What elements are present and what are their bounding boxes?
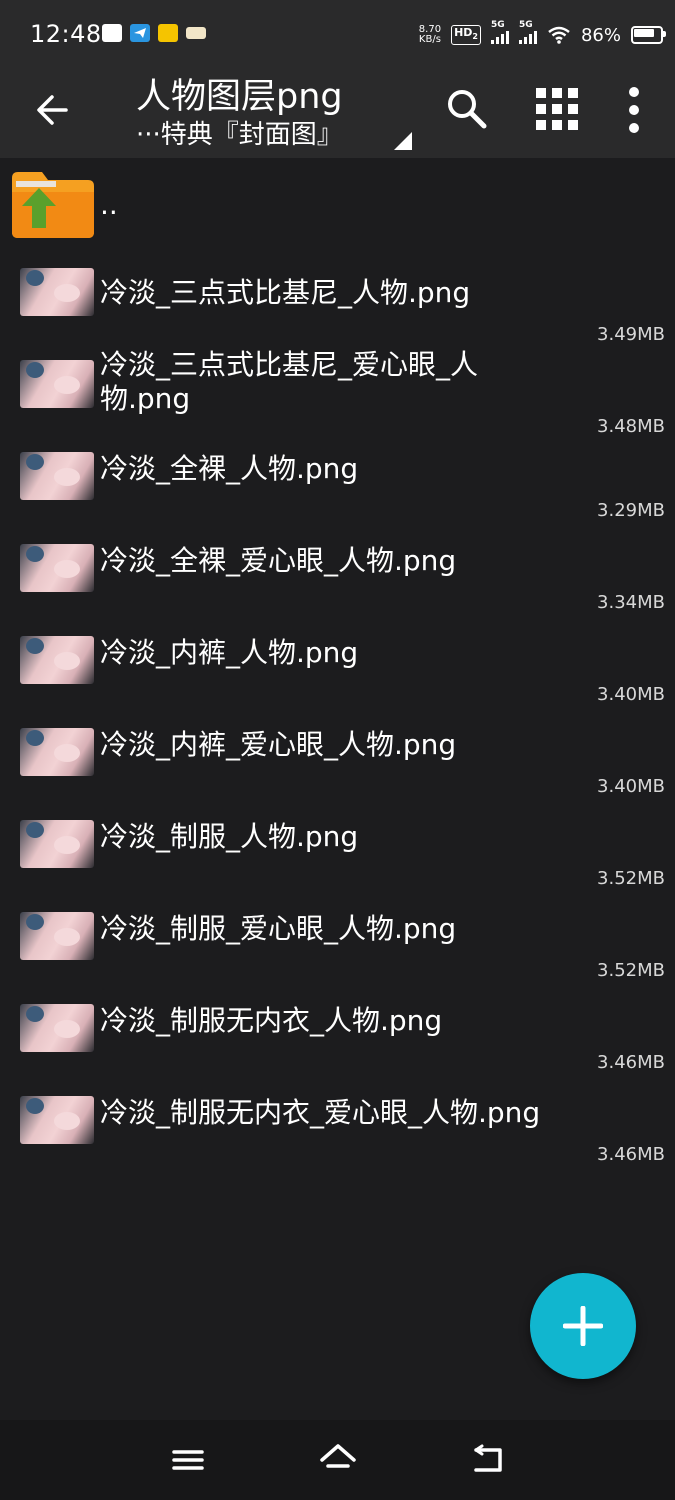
meituan-notification-icon xyxy=(158,24,178,42)
signal2-label: 5G xyxy=(518,20,533,30)
folder-title: 人物图层png xyxy=(136,77,343,117)
status-icons: 8.70 KB/s HD2 5G 5G 86% xyxy=(419,20,666,48)
file-row[interactable]: 冷淡_内裤_爱心眼_人物.png 3.40MB xyxy=(0,714,675,806)
file-size: 3.46MB xyxy=(597,1144,665,1165)
recent-apps-button[interactable] xyxy=(168,1444,208,1476)
home-button[interactable] xyxy=(316,1440,360,1480)
signal1-label: 5G xyxy=(490,20,505,30)
grid-view-button[interactable] xyxy=(530,82,584,136)
file-size: 3.40MB xyxy=(597,776,665,797)
menu-icon xyxy=(172,1450,204,1470)
add-button[interactable] xyxy=(530,1273,636,1379)
search-button[interactable] xyxy=(440,82,494,136)
app-bar: 人物图层png ···特典『封面图』 xyxy=(0,66,675,158)
battery-icon xyxy=(631,26,666,44)
file-size: 3.49MB xyxy=(597,324,665,345)
net-speed: 8.70 KB/s xyxy=(419,25,441,45)
image-thumbnail xyxy=(20,1004,94,1052)
status-bar: 12:48 8.70 KB/s HD2 5G 5G 86% xyxy=(0,0,675,66)
plus-icon xyxy=(563,1306,603,1346)
back-button[interactable] xyxy=(26,82,82,138)
file-name: 冷淡_制服_爱心眼_人物.png xyxy=(100,912,457,945)
file-size: 3.52MB xyxy=(597,960,665,981)
file-size: 3.48MB xyxy=(597,416,665,437)
file-name: 冷淡_制服无内衣_人物.png xyxy=(100,1004,443,1037)
file-row[interactable]: 冷淡_内裤_人物.png 3.40MB xyxy=(0,622,675,714)
file-size: 3.34MB xyxy=(597,592,665,613)
folder-up-icon xyxy=(12,172,94,238)
battery-percent: 86% xyxy=(580,24,621,46)
image-thumbnail xyxy=(20,636,94,684)
home-icon xyxy=(320,1444,356,1468)
file-size: 3.46MB xyxy=(597,1052,665,1073)
parent-directory-row[interactable]: .. xyxy=(0,158,675,254)
path-selector[interactable]: 人物图层png ···特典『封面图』 xyxy=(136,66,426,158)
image-thumbnail xyxy=(20,544,94,592)
file-row[interactable]: 冷淡_全裸_爱心眼_人物.png 3.34MB xyxy=(0,530,675,622)
file-name: 冷淡_全裸_人物.png xyxy=(100,452,359,485)
hd-sub: 2 xyxy=(472,32,478,42)
file-name: 冷淡_内裤_人物.png xyxy=(100,636,359,669)
image-thumbnail xyxy=(20,360,94,408)
image-thumbnail xyxy=(20,728,94,776)
paper-plane-notification-icon xyxy=(130,24,150,42)
grid-icon xyxy=(536,88,578,130)
hd-label: HD xyxy=(454,25,473,39)
file-row[interactable]: 冷淡_三点式比基尼_人物.png 3.49MB xyxy=(0,254,675,346)
image-thumbnail xyxy=(20,452,94,500)
file-row[interactable]: 冷淡_制服_爱心眼_人物.png 3.52MB xyxy=(0,898,675,990)
system-nav-bar xyxy=(0,1420,675,1500)
file-name: 冷淡_三点式比基尼_爱心眼_人物.png xyxy=(100,348,479,415)
ticket-notification-icon xyxy=(186,27,206,39)
signal-icon-2: 5G xyxy=(518,20,537,44)
file-list: .. 冷淡_三点式比基尼_人物.png 3.49MB 冷淡_三点式比基尼_爱心眼… xyxy=(0,158,675,1174)
return-icon xyxy=(474,1444,502,1472)
system-back-button[interactable] xyxy=(468,1442,508,1478)
dropdown-triangle-icon xyxy=(394,132,412,150)
image-thumbnail xyxy=(20,1096,94,1144)
file-name: 冷淡_全裸_爱心眼_人物.png xyxy=(100,544,457,577)
net-speed-unit: KB/s xyxy=(418,34,441,45)
file-name: 冷淡_内裤_爱心眼_人物.png xyxy=(100,728,457,761)
search-icon xyxy=(448,90,487,129)
message-notification-icon xyxy=(102,24,122,42)
more-options-button[interactable] xyxy=(612,82,656,138)
parent-directory-label: .. xyxy=(100,188,118,221)
file-row[interactable]: 冷淡_三点式比基尼_爱心眼_人物.png 3.48MB xyxy=(0,346,675,438)
image-thumbnail xyxy=(20,268,94,316)
file-row[interactable]: 冷淡_全裸_人物.png 3.29MB xyxy=(0,438,675,530)
status-time: 12:48 xyxy=(30,20,102,48)
wifi-icon xyxy=(548,26,570,44)
file-name: 冷淡_制服_人物.png xyxy=(100,820,359,853)
file-size: 3.52MB xyxy=(597,868,665,889)
file-size: 3.29MB xyxy=(597,500,665,521)
file-row[interactable]: 冷淡_制服无内衣_人物.png 3.46MB xyxy=(0,990,675,1082)
image-thumbnail xyxy=(20,820,94,868)
signal-icon-1: 5G xyxy=(490,20,509,44)
file-name: 冷淡_制服无内衣_爱心眼_人物.png xyxy=(100,1096,541,1129)
file-row[interactable]: 冷淡_制服无内衣_爱心眼_人物.png 3.46MB xyxy=(0,1082,675,1174)
image-thumbnail xyxy=(20,912,94,960)
file-size: 3.40MB xyxy=(597,684,665,705)
file-name: 冷淡_三点式比基尼_人物.png xyxy=(100,276,471,309)
folder-path-subtitle: ···特典『封面图』 xyxy=(136,120,343,150)
more-vert-icon xyxy=(629,87,639,133)
hd-icon: HD2 xyxy=(451,24,481,46)
arrow-left-icon xyxy=(37,95,68,125)
file-row[interactable]: 冷淡_制服_人物.png 3.52MB xyxy=(0,806,675,898)
